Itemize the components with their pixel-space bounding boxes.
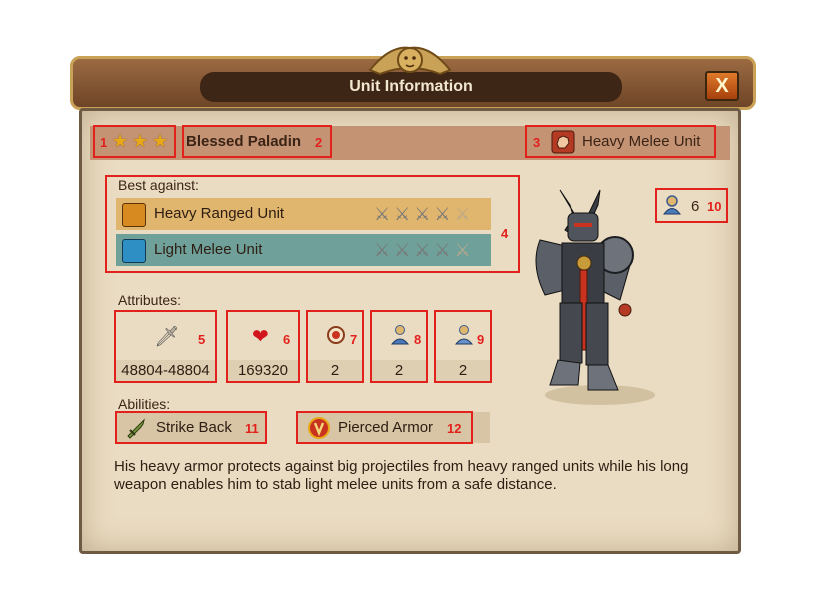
best-against-unit-name: Light Melee Unit xyxy=(154,241,263,258)
effectiveness-rating: ⚔⚔⚔⚔⚔ xyxy=(374,240,475,260)
attributes-label: Attributes: xyxy=(118,292,182,308)
callout-4: 4 xyxy=(501,226,509,241)
heavy-ranged-icon xyxy=(122,203,146,227)
heavy-melee-fist-icon xyxy=(551,130,575,154)
callout-10: 10 xyxy=(707,199,722,214)
star-icon: ★ xyxy=(152,131,169,151)
paladin-portrait xyxy=(535,189,655,405)
best-against-unit-name: Heavy Ranged Unit xyxy=(154,205,285,222)
callout-1: 1 xyxy=(100,135,108,150)
unit-type: Heavy Melee Unit xyxy=(582,133,701,150)
effectiveness-rating: ⚔⚔⚔⚔⚔ xyxy=(374,204,475,224)
abilities-label: Abilities: xyxy=(118,396,171,412)
window-title: Unit Information xyxy=(349,78,473,95)
unit-description: His heavy armor protects against big pro… xyxy=(114,458,689,493)
callout-11: 11 xyxy=(245,421,259,436)
unit-name: Blessed Paladin xyxy=(186,133,302,150)
callout-12: 12 xyxy=(447,421,462,436)
star-icon: ★ xyxy=(132,131,149,151)
callout-2: 2 xyxy=(315,135,323,150)
callout-9: 9 xyxy=(477,332,485,347)
callout-7: 7 xyxy=(350,332,358,347)
best-against-row-melee: Light Melee Unit ⚔⚔⚔⚔⚔ xyxy=(116,234,491,266)
light-melee-icon xyxy=(122,239,146,263)
unit-count: 6 xyxy=(691,198,700,215)
close-button[interactable]: X xyxy=(705,71,739,101)
callout-5: 5 xyxy=(198,332,206,347)
best-against-label: Best against: xyxy=(118,177,199,193)
best-against-row-ranged: Heavy Ranged Unit ⚔⚔⚔⚔⚔ xyxy=(116,198,491,230)
callout-8: 8 xyxy=(414,332,422,347)
star-icon: ★ xyxy=(112,131,129,151)
callout-6: 6 xyxy=(283,332,291,347)
callout-3: 3 xyxy=(533,135,541,150)
